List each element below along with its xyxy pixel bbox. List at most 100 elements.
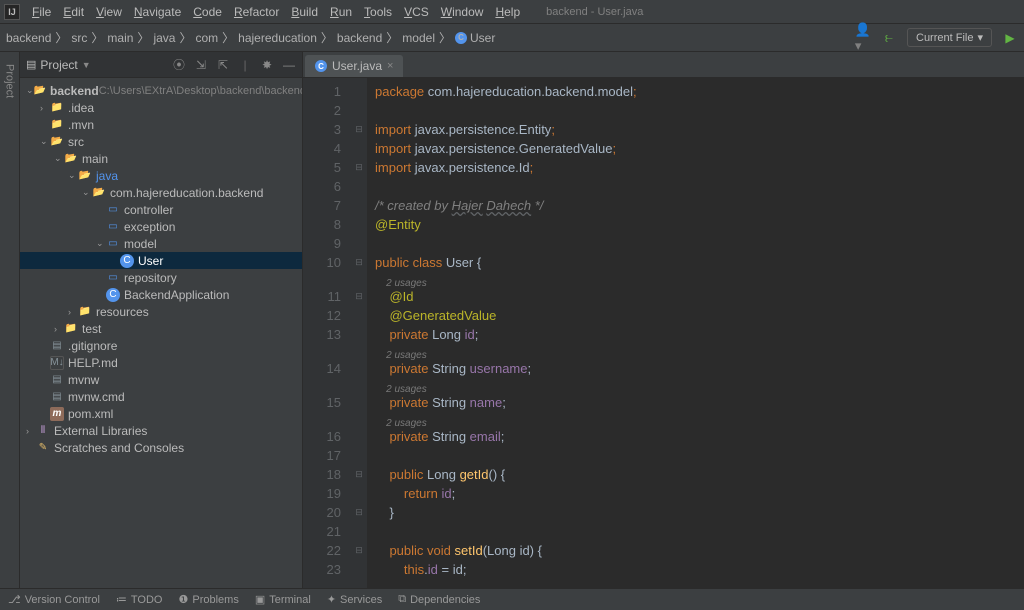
code-line[interactable]: public void setId(Long id) { (375, 541, 1024, 560)
breadcrumb-part[interactable]: src (71, 31, 87, 45)
code-line[interactable]: import javax.persistence.Entity; (375, 120, 1024, 139)
close-icon[interactable]: × (387, 60, 393, 72)
build-icon[interactable]: ⥼ (881, 30, 897, 46)
tree-arrow-icon[interactable]: › (40, 103, 50, 113)
code-line[interactable]: package com.hajereducation.backend.model… (375, 82, 1024, 101)
tree-item-external-libraries[interactable]: ›⫴External Libraries (20, 422, 302, 439)
project-panel-title[interactable]: ▤ Project ▼ (26, 58, 172, 72)
tree-item-model[interactable]: ⌄▭model (20, 235, 302, 252)
project-tree[interactable]: ⌄📂backend C:\Users\EXtrA\Desktop\backend… (20, 78, 302, 588)
statusbar-todo[interactable]: ≔TODO (116, 593, 163, 606)
code-line[interactable] (375, 446, 1024, 465)
breadcrumb-part[interactable]: java (153, 31, 175, 45)
tree-item-help-md[interactable]: M↓HELP.md (20, 354, 302, 371)
code-line[interactable]: 2 usages (375, 344, 1024, 359)
code-line[interactable]: @Id (375, 287, 1024, 306)
menu-window[interactable]: Window (435, 5, 490, 19)
fold-marker[interactable]: ⊟ (351, 503, 367, 522)
tree-item-main[interactable]: ⌄📂main (20, 150, 302, 167)
code-line[interactable] (375, 522, 1024, 541)
user-icon[interactable]: 👤▾ (855, 30, 871, 46)
code-line[interactable] (375, 234, 1024, 253)
tree-item-repository[interactable]: ▭repository (20, 269, 302, 286)
breadcrumb-part[interactable]: hajereducation (238, 31, 317, 45)
menu-tools[interactable]: Tools (358, 5, 398, 19)
tree-arrow-icon[interactable]: ⌄ (96, 238, 106, 249)
select-opened-icon[interactable]: ⦿ (172, 58, 186, 72)
menu-help[interactable]: Help (489, 5, 526, 19)
tree-item--gitignore[interactable]: ▤.gitignore (20, 337, 302, 354)
tree-arrow-icon[interactable]: › (68, 307, 78, 317)
tree-arrow-icon[interactable]: › (54, 324, 64, 334)
code-line[interactable]: import javax.persistence.GeneratedValue; (375, 139, 1024, 158)
tree-arrow-icon[interactable]: › (26, 426, 36, 436)
fold-gutter[interactable]: ⊟⊟⊟⊟⊟⊟⊟ (351, 78, 367, 588)
statusbar-terminal[interactable]: ▣Terminal (255, 593, 311, 606)
menu-navigate[interactable]: Navigate (128, 5, 187, 19)
statusbar-services[interactable]: ✦Services (327, 593, 382, 606)
statusbar-version-control[interactable]: ⎇Version Control (8, 593, 100, 606)
rail-tab-project[interactable]: Project (2, 58, 18, 104)
menu-view[interactable]: View (90, 5, 128, 19)
code-line[interactable] (375, 101, 1024, 120)
code-line[interactable]: 2 usages (375, 272, 1024, 287)
menu-code[interactable]: Code (187, 5, 228, 19)
code-line[interactable]: this.id = id; (375, 560, 1024, 579)
tree-item-mvnw[interactable]: ▤mvnw (20, 371, 302, 388)
tree-item-pom-xml[interactable]: mpom.xml (20, 405, 302, 422)
code-line[interactable]: return id; (375, 484, 1024, 503)
code-line[interactable]: private String username; (375, 359, 1024, 378)
menu-run[interactable]: Run (324, 5, 358, 19)
expand-all-icon[interactable]: ⇲ (194, 58, 208, 72)
code-line[interactable]: 2 usages (375, 378, 1024, 393)
tree-item-backend[interactable]: ⌄📂backend C:\Users\EXtrA\Desktop\backend… (20, 82, 302, 99)
fold-marker[interactable]: ⊟ (351, 465, 367, 484)
menu-edit[interactable]: Edit (57, 5, 90, 19)
run-icon[interactable]: ▶ (1002, 30, 1018, 46)
code-line[interactable]: private Long id; (375, 325, 1024, 344)
tree-item-user[interactable]: CUser (20, 252, 302, 269)
collapse-all-icon[interactable]: ⇱ (216, 58, 230, 72)
breadcrumb[interactable]: backend〉src〉main〉java〉com〉hajereducation… (6, 29, 855, 46)
tree-arrow-icon[interactable]: ⌄ (54, 153, 64, 164)
tree-arrow-icon[interactable]: ⌄ (26, 85, 34, 96)
tree-arrow-icon[interactable]: ⌄ (68, 170, 78, 181)
code-line[interactable]: /* created by Hajer Dahech */ (375, 196, 1024, 215)
code-line[interactable]: private String name; (375, 393, 1024, 412)
run-config-selector[interactable]: Current File ▾ (907, 28, 992, 47)
code-line[interactable]: public Long getId() { (375, 465, 1024, 484)
breadcrumb-current[interactable]: CUser (455, 31, 495, 45)
tree-item-scratches-and-consoles[interactable]: ✎Scratches and Consoles (20, 439, 302, 456)
tree-item-com-hajereducation-backend[interactable]: ⌄📂com.hajereducation.backend (20, 184, 302, 201)
tree-item--idea[interactable]: ›📁.idea (20, 99, 302, 116)
hide-icon[interactable]: — (282, 58, 296, 72)
code-line[interactable]: @GeneratedValue (375, 306, 1024, 325)
fold-marker[interactable]: ⊟ (351, 253, 367, 272)
tree-item-controller[interactable]: ▭controller (20, 201, 302, 218)
tree-item-java[interactable]: ⌄📂java (20, 167, 302, 184)
fold-marker[interactable]: ⊟ (351, 158, 367, 177)
code-content[interactable]: package com.hajereducation.backend.model… (367, 78, 1024, 588)
tree-item-test[interactable]: ›📁test (20, 320, 302, 337)
statusbar-dependencies[interactable]: ⧉Dependencies (398, 593, 480, 606)
breadcrumb-part[interactable]: backend (337, 31, 382, 45)
fold-marker[interactable]: ⊟ (351, 287, 367, 306)
tree-arrow-icon[interactable]: ⌄ (82, 187, 92, 198)
code-line[interactable]: 2 usages (375, 412, 1024, 427)
code-editor[interactable]: 1234567891011121314151617181920212223 ⊟⊟… (303, 78, 1024, 588)
statusbar-problems[interactable]: ❶Problems (178, 593, 238, 606)
menu-vcs[interactable]: VCS (398, 5, 435, 19)
code-line[interactable]: private String email; (375, 427, 1024, 446)
code-line[interactable] (375, 177, 1024, 196)
breadcrumb-part[interactable]: main (107, 31, 133, 45)
fold-marker[interactable]: ⊟ (351, 541, 367, 560)
breadcrumb-part[interactable]: model (402, 31, 435, 45)
menu-refactor[interactable]: Refactor (228, 5, 285, 19)
editor-tab-user[interactable]: C User.java × (305, 55, 403, 77)
tree-item-mvnw-cmd[interactable]: ▤mvnw.cmd (20, 388, 302, 405)
tree-item--mvn[interactable]: 📁.mvn (20, 116, 302, 133)
tree-item-src[interactable]: ⌄📂src (20, 133, 302, 150)
menu-file[interactable]: File (26, 5, 57, 19)
breadcrumb-part[interactable]: backend (6, 31, 51, 45)
gear-icon[interactable]: ✸ (260, 58, 274, 72)
